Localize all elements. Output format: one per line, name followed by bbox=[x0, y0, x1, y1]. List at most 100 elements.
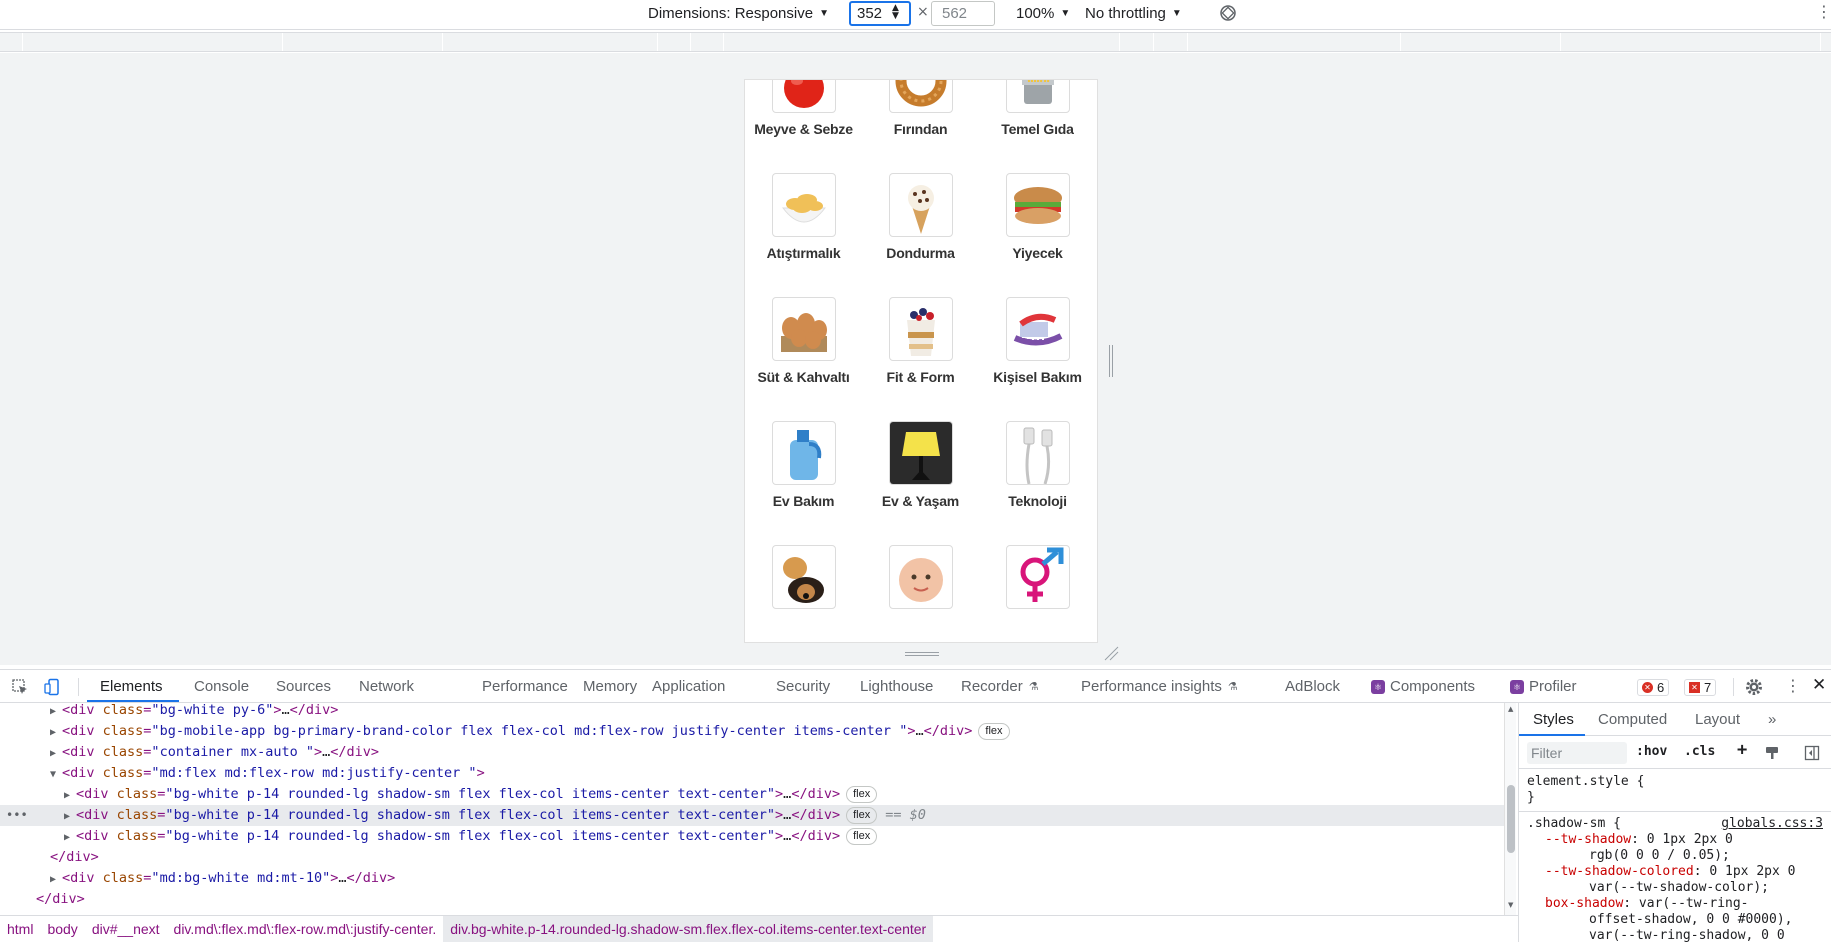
dom-node[interactable]: ▶ <div class="bg-white p-14 rounded-lg sh… bbox=[0, 826, 1508, 847]
category-card[interactable]: Atıştırmalık bbox=[745, 173, 862, 297]
tab-layout[interactable]: Layout bbox=[1695, 703, 1740, 735]
zoom-dropdown[interactable]: 100% ▼ bbox=[1016, 0, 1070, 26]
dom-node[interactable]: </div> bbox=[0, 847, 1508, 868]
error-count-badge[interactable]: ✕ 6 bbox=[1637, 679, 1670, 696]
css-declaration[interactable]: box-shadow: var(--tw-ring- bbox=[1527, 896, 1795, 912]
scroll-thumb[interactable] bbox=[1507, 785, 1515, 853]
category-card[interactable]: Teknoloji bbox=[979, 421, 1096, 545]
dom-node[interactable]: ••• ▶ <div class="bg-white p-14 rounded-lg… bbox=[0, 805, 1508, 826]
category-card[interactable]: Fit & Form bbox=[862, 297, 979, 421]
tab-components[interactable]: ⚛ Components bbox=[1371, 670, 1475, 703]
tab-computed[interactable]: Computed bbox=[1598, 703, 1667, 735]
category-card[interactable]: Meyve & Sebze bbox=[745, 80, 862, 173]
category-card[interactable]: Ev & Yaşam bbox=[862, 421, 979, 545]
category-card[interactable] bbox=[979, 545, 1096, 642]
elements-tree[interactable]: ▶ <div class="bg-white py-6">…</div> ▶ <div… bbox=[0, 703, 1508, 915]
tab-adblock[interactable]: AdBlock bbox=[1285, 670, 1340, 703]
tab-network[interactable]: Network bbox=[359, 670, 414, 703]
dom-node[interactable]: ▼ <div class="md:flex md:flex-row md:just… bbox=[0, 763, 1508, 784]
styles-filter-input[interactable]: Filter bbox=[1527, 742, 1627, 764]
tab-performance[interactable]: Performance bbox=[482, 670, 568, 703]
category-card[interactable]: Fırından bbox=[862, 80, 979, 173]
issues-count-badge[interactable]: ✕ 7 bbox=[1684, 679, 1717, 696]
category-card[interactable] bbox=[745, 545, 862, 642]
flex-badge[interactable]: flex bbox=[846, 785, 878, 803]
more-tabs-icon[interactable]: » bbox=[1768, 703, 1776, 735]
expand-toggle-icon[interactable]: ▶ bbox=[50, 722, 62, 743]
resize-handle-corner[interactable] bbox=[1103, 645, 1119, 661]
css-declaration[interactable]: var(--tw-ring-shadow, 0 0 bbox=[1527, 928, 1795, 942]
customize-devtools-icon[interactable]: ⋮ bbox=[1785, 676, 1801, 695]
expand-toggle-icon[interactable]: ▶ bbox=[50, 869, 62, 890]
resize-handle-bottom[interactable] bbox=[905, 651, 939, 657]
elements-scrollbar[interactable]: ▲ ▼ bbox=[1504, 703, 1516, 915]
tab-application[interactable]: Application bbox=[652, 670, 725, 703]
category-card[interactable]: Yiyecek bbox=[979, 173, 1096, 297]
dom-node[interactable]: ▶ <div class="bg-white py-6">…</div> bbox=[0, 703, 1508, 721]
expand-toggle-icon[interactable]: ▶ bbox=[64, 806, 76, 827]
width-input[interactable]: 352 bbox=[849, 1, 911, 26]
tab-performance-insights[interactable]: Performance insights ⚗ bbox=[1081, 670, 1238, 703]
element-style-rule[interactable]: element.style { } bbox=[1527, 774, 1644, 806]
expand-toggle-icon[interactable]: ▼ bbox=[50, 764, 62, 785]
css-declaration[interactable]: var(--tw-shadow-color); bbox=[1527, 880, 1795, 896]
node-actions-icon[interactable]: ••• bbox=[6, 805, 28, 826]
rotate-icon[interactable] bbox=[1218, 3, 1238, 23]
spinner-icon[interactable]: ▲ ▼ bbox=[892, 4, 899, 21]
tab-console[interactable]: Console bbox=[194, 670, 249, 703]
tab-profiler[interactable]: ⚛ Profiler bbox=[1510, 670, 1577, 703]
expand-toggle-icon[interactable]: ▶ bbox=[50, 703, 62, 722]
tab-styles[interactable]: Styles bbox=[1533, 703, 1574, 735]
flex-badge[interactable]: flex bbox=[978, 722, 1010, 740]
expand-toggle-icon[interactable]: ▶ bbox=[64, 827, 76, 848]
breadcrumb-item[interactable]: div.md\:flex.md\:flex-row.md\:justify-ce… bbox=[167, 921, 444, 937]
category-card[interactable]: Dondurma bbox=[862, 173, 979, 297]
expand-toggle-icon[interactable]: ▶ bbox=[64, 785, 76, 806]
css-declaration[interactable]: offset-shadow, 0 0 #0000), bbox=[1527, 912, 1795, 928]
toggle-sidebar-icon[interactable] bbox=[1804, 745, 1820, 761]
tab-memory[interactable]: Memory bbox=[583, 670, 637, 703]
breadcrumb-item[interactable]: html bbox=[0, 921, 40, 937]
device-toggle-icon[interactable] bbox=[44, 678, 62, 696]
category-card[interactable]: Temel Gıda bbox=[979, 80, 1096, 173]
tab-security[interactable]: Security bbox=[776, 670, 830, 703]
breadcrumb-item[interactable]: div#__next bbox=[85, 921, 167, 937]
css-declaration[interactable]: --tw-shadow-colored: 0 1px 2px 0 bbox=[1527, 864, 1795, 880]
flex-badge[interactable]: flex bbox=[846, 827, 878, 845]
hover-state-button[interactable]: :hov bbox=[1636, 744, 1667, 759]
category-card[interactable]: Kişisel Bakım bbox=[979, 297, 1096, 421]
dom-node[interactable]: ▶ <div class="bg-white p-14 rounded-lg sh… bbox=[0, 784, 1508, 805]
stylesheet-link[interactable]: globals.css:3 bbox=[1721, 816, 1823, 831]
dom-node[interactable]: ▶ <div class="md:bg-white md:mt-10">…</di… bbox=[0, 868, 1508, 889]
category-card[interactable]: Süt & Kahvaltı bbox=[745, 297, 862, 421]
more-options-icon[interactable]: ⋮ bbox=[1816, 2, 1831, 21]
css-declaration[interactable]: rgb(0 0 0 / 0.05); bbox=[1527, 848, 1795, 864]
flex-badge[interactable]: flex bbox=[846, 806, 878, 824]
media-query-ruler[interactable] bbox=[0, 32, 1831, 52]
breadcrumb-item[interactable]: body bbox=[40, 921, 84, 937]
category-card[interactable]: Ev Bakım bbox=[745, 421, 862, 545]
height-input[interactable]: 562 bbox=[931, 1, 995, 26]
tab-elements[interactable]: Elements bbox=[100, 670, 163, 703]
breadcrumb: html body div#__next div.md\:flex.md\:flex-… bbox=[0, 915, 1518, 942]
dom-node[interactable]: ▶ <div class="container mx-auto ">…</div> bbox=[0, 742, 1508, 763]
close-devtools-icon[interactable]: ✕ bbox=[1812, 675, 1826, 695]
dom-node[interactable]: ▶ <div class="bg-mobile-app bg-primary-br… bbox=[0, 721, 1508, 742]
paint-brush-icon[interactable] bbox=[1764, 745, 1780, 761]
shadow-sm-rule[interactable]: .shadow-sm { --tw-shadow: 0 1px 2px 0 rgb… bbox=[1527, 816, 1795, 942]
inspect-element-icon[interactable] bbox=[11, 678, 29, 696]
settings-gear-icon[interactable] bbox=[1745, 678, 1763, 696]
throttling-dropdown[interactable]: No throttling ▼ bbox=[1085, 0, 1182, 26]
dom-node[interactable]: </div> bbox=[0, 889, 1508, 910]
tab-lighthouse[interactable]: Lighthouse bbox=[860, 670, 933, 703]
resize-handle-right[interactable] bbox=[1108, 345, 1114, 377]
tab-sources[interactable]: Sources bbox=[276, 670, 331, 703]
breadcrumb-item[interactable]: div.bg-white.p-14.rounded-lg.shadow-sm.f… bbox=[443, 916, 934, 942]
tab-recorder[interactable]: Recorder ⚗ bbox=[961, 670, 1039, 703]
dimensions-dropdown[interactable]: Dimensions: Responsive ▼ bbox=[648, 0, 829, 26]
expand-toggle-icon[interactable]: ▶ bbox=[50, 743, 62, 764]
new-style-rule-icon[interactable]: + bbox=[1737, 740, 1747, 760]
css-declaration[interactable]: --tw-shadow: 0 1px 2px 0 bbox=[1527, 832, 1795, 848]
category-card[interactable] bbox=[862, 545, 979, 642]
class-toggle-button[interactable]: .cls bbox=[1684, 744, 1715, 759]
